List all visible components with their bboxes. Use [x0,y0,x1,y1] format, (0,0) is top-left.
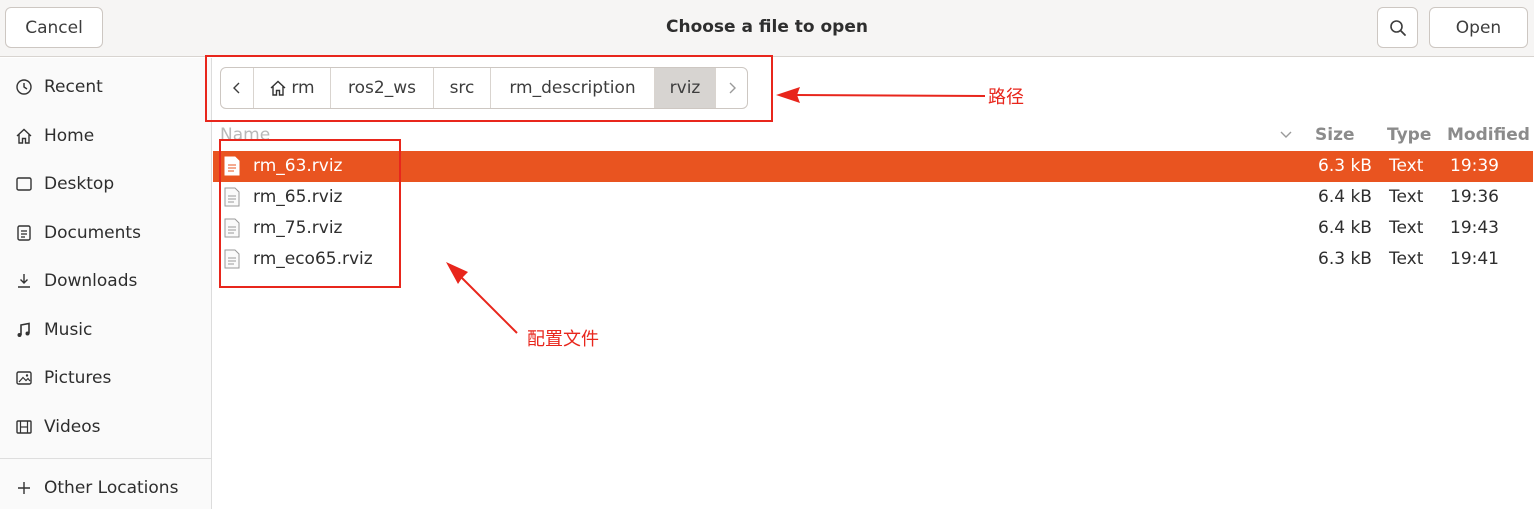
annotation-arrow-files [459,275,518,334]
annotation-arrow-path [794,94,986,97]
annotation-files-label: 配置文件 [527,329,599,350]
annotation-arrowhead-path [776,87,800,103]
annotation-arrows [446,87,986,334]
annotation-path-label: 路径 [988,87,1024,108]
